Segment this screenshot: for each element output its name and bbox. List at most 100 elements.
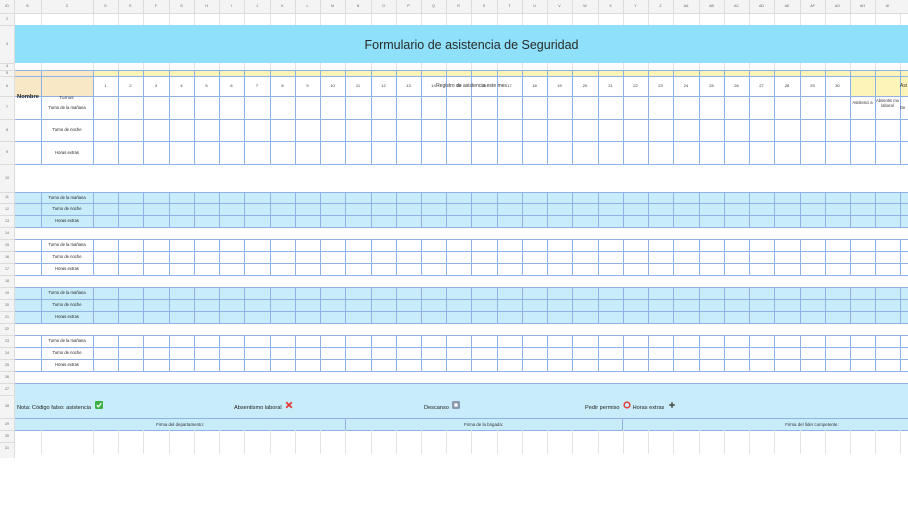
grid-gray-v-2-10 — [270, 13, 271, 25]
grid-gray-v-4-12 — [320, 63, 321, 70]
grid-gray-v-2-31 — [800, 13, 801, 25]
grid-gray-v-4-4 — [118, 63, 119, 70]
row-header-25: 25 — [5, 363, 9, 367]
grid-v-4-11 — [295, 335, 296, 371]
header-registro: Registro de asistencia este mes — [436, 83, 507, 89]
shift-label-noche-4: Turno de noche — [52, 302, 82, 307]
grid-h-11 — [14, 192, 908, 193]
grid-v-4-24 — [623, 335, 624, 371]
grid-gray-v-2-6 — [169, 13, 170, 25]
column-header-u: U — [533, 4, 536, 8]
legend-absentismo: Absentismo laboral — [234, 401, 293, 413]
row-header-8: 8 — [6, 128, 8, 132]
grid-gray-v-4-28 — [724, 63, 725, 70]
spreadsheet[interactable]: ID B C D E F G H I J K L M N O P Q R S T U V W X Y Z AA AB AC AD AE AF A… — [0, 0, 908, 458]
column-header-t: T — [508, 4, 511, 8]
grid-gray-v-30-20 — [522, 430, 523, 442]
sheet-title: Formulario de asistencia de Seguridad — [364, 38, 579, 52]
grid-v-2-27 — [699, 239, 700, 275]
grid-v-1-19 — [497, 192, 498, 227]
grid-gray-v-4-17 — [446, 63, 447, 70]
grid-gray-v-4-25 — [648, 63, 649, 70]
header-nombre: Nombre — [17, 94, 39, 100]
grid-v-2-4 — [118, 239, 119, 275]
grid-v-3-31 — [800, 287, 801, 323]
grid-h-24 — [14, 347, 908, 348]
grid-h-19 — [14, 287, 908, 288]
legend-permiso: Pedir permiso Horas extras — [585, 401, 676, 413]
column-header-r: R — [457, 4, 460, 8]
row-header-23: 23 — [5, 339, 9, 343]
row-header-30: 30 — [5, 434, 9, 438]
grid-gray-v-2-35 — [900, 13, 901, 25]
grid-gray-v-2-16 — [421, 13, 422, 25]
row-header-28: 28 — [5, 404, 9, 408]
grid-gray-v-2-2 — [41, 13, 42, 25]
shift-label-noche-3: Turno de noche — [52, 254, 82, 259]
shift-label-extras-1: Horas extras — [55, 150, 79, 155]
grid-gray-v-31-9 — [244, 442, 245, 454]
column-header-q: Q — [432, 4, 435, 8]
grid-gray-v-4-11 — [295, 63, 296, 70]
grid-v-1-20 — [522, 192, 523, 227]
grid-v-1-24 — [623, 192, 624, 227]
grid-gray-v-4-19 — [497, 63, 498, 70]
grid-gray-v-2-23 — [598, 13, 599, 25]
grid-h-16 — [14, 251, 908, 252]
column-header-c: C — [65, 4, 69, 8]
grid-h-14 — [14, 227, 908, 228]
column-header-d: D — [104, 4, 107, 8]
grid-v-3-9 — [244, 287, 245, 323]
grid-gray-v-4-20 — [522, 63, 523, 70]
grid-gray-v-2-14 — [371, 13, 372, 25]
grid-gray-v-31-4 — [118, 442, 119, 454]
row-header-24: 24 — [5, 351, 9, 355]
grid-gray-v-30-33 — [850, 430, 851, 442]
column-header-ai: AI — [885, 4, 890, 8]
grid-v-1-22 — [572, 192, 573, 227]
grid-v-4-27 — [699, 335, 700, 371]
row-header-6: 6 — [6, 84, 8, 88]
row-header-18: 18 — [5, 279, 9, 283]
grid-gray-v-4-32 — [825, 63, 826, 70]
row-header-10: 10 — [5, 176, 9, 180]
grid-gray-v-31-21 — [547, 442, 548, 454]
legend-extras-text: Horas extras — [632, 404, 665, 411]
grid-gray-v-2-33 — [850, 13, 851, 25]
grid-v-3-34 — [875, 287, 876, 323]
grid-v-1-31 — [800, 192, 801, 227]
grid-v-1-4 — [118, 192, 119, 227]
shift-label-extras-3: Horas extras — [55, 266, 79, 271]
grid-v-4-31 — [800, 335, 801, 371]
column-header-ac: AC — [734, 4, 739, 8]
header-asistencia: Asistenci a — [852, 100, 873, 105]
grid-gray-v-4-18 — [471, 63, 472, 70]
grid-v-1-26 — [673, 192, 674, 227]
column-header-ad: AD — [759, 4, 764, 8]
column-header-ae: AE — [784, 4, 790, 8]
column-header-id: ID — [5, 4, 9, 8]
grid-gray-v-31-22 — [572, 442, 573, 454]
grid-gray-v-2-5 — [143, 13, 144, 25]
grid-h-22 — [14, 323, 908, 324]
row-header-3: 3 — [6, 42, 8, 46]
grid-v-2-21 — [547, 239, 548, 275]
row-header-2: 2 — [6, 17, 8, 21]
column-header-n: N — [356, 4, 360, 8]
grid-v-3-4 — [118, 287, 119, 323]
column-header-ab: AB — [709, 4, 714, 8]
grid-v-1-30 — [774, 192, 775, 227]
grid-gray-v-31-31 — [800, 442, 801, 454]
row-header-19: 19 — [5, 291, 9, 295]
grid-h-23 — [14, 335, 908, 336]
grid-gray-v-2-27 — [699, 13, 700, 25]
grid-gray-v-30-18 — [471, 430, 472, 442]
grid-gray-v-2-15 — [396, 13, 397, 25]
grid-gray-v-31-5 — [143, 442, 144, 454]
grid-v-1-25 — [648, 192, 649, 227]
column-header-h: H — [205, 4, 208, 8]
shift-label-extras-2: Horas extras — [55, 218, 79, 223]
grid-gray-v-30-24 — [623, 430, 624, 442]
grid-v-4-5 — [143, 335, 144, 371]
grid-v-3-19 — [497, 287, 498, 323]
